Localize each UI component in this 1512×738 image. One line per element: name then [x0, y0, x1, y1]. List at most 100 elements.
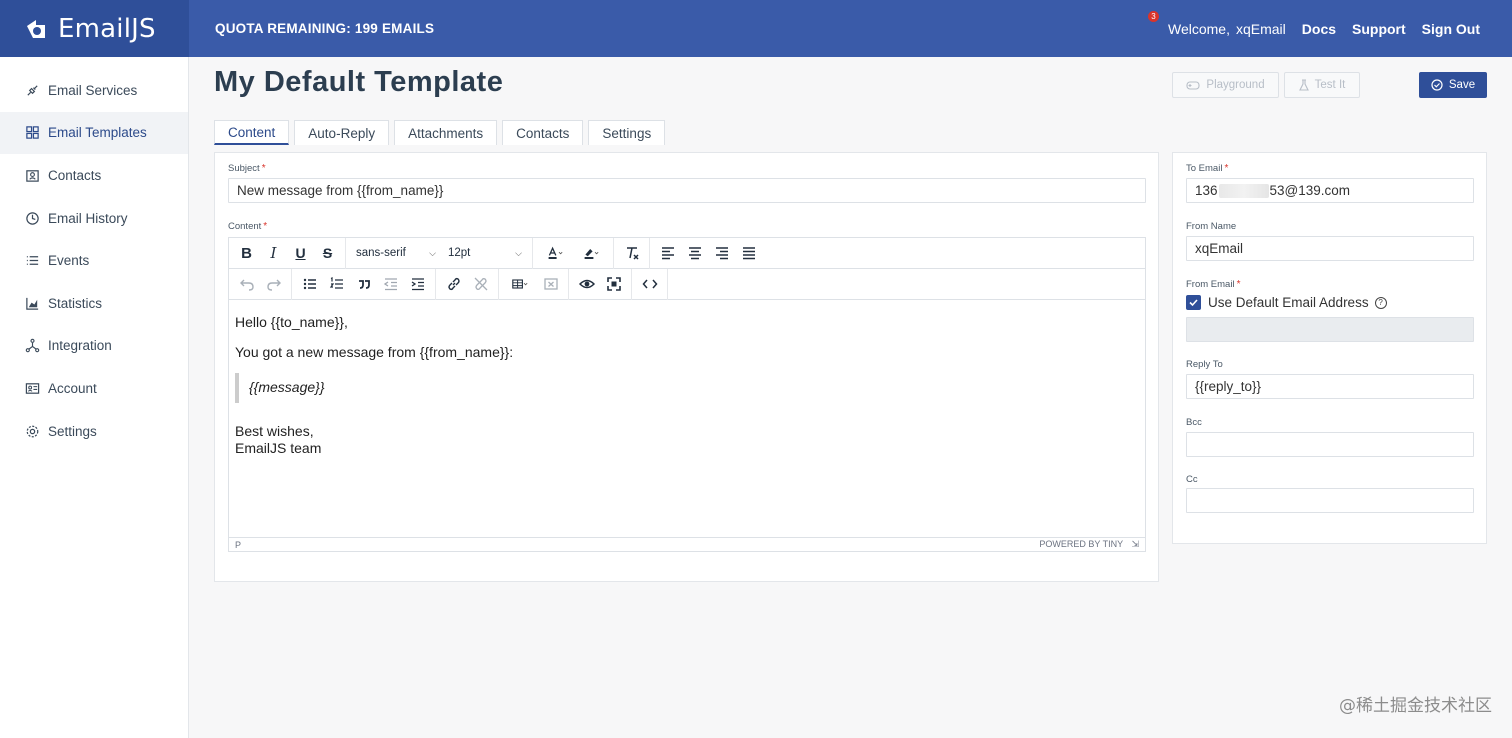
help-icon[interactable]: ?	[1374, 296, 1387, 309]
align-left-button[interactable]	[654, 240, 681, 266]
outdent-button[interactable]	[377, 271, 404, 297]
bold-button[interactable]: B	[233, 240, 260, 266]
required-marker: *	[1224, 163, 1229, 174]
table-button[interactable]	[503, 271, 537, 297]
clear-format-group	[614, 237, 650, 269]
tab-settings[interactable]: Settings	[588, 120, 666, 145]
reply-to-input[interactable]: {{reply_to}}	[1186, 374, 1474, 399]
editor-statusbar: P POWERED BY TINY ⇲	[229, 537, 1145, 551]
watermark: @稀土掘金技术社区	[1339, 696, 1492, 716]
docs-link[interactable]: Docs	[1302, 21, 1336, 37]
editor-toolbar-row-1: B I U S sans-serif ⌵ 12pt ⌵	[229, 237, 1145, 269]
save-button[interactable]: Save	[1419, 72, 1487, 98]
align-center-icon	[688, 247, 701, 260]
delete-table-button[interactable]	[537, 271, 564, 297]
indent-button[interactable]	[404, 271, 431, 297]
content-label-text: Content	[228, 221, 262, 232]
body-closing-2: EmailJS team	[235, 440, 322, 456]
resize-handle-icon[interactable]: ⇲	[1131, 539, 1139, 549]
bcc-input[interactable]	[1186, 432, 1474, 457]
fullscreen-icon	[606, 277, 621, 291]
sidebar-item-settings[interactable]: Settings	[0, 410, 188, 453]
format-group: B I U S	[229, 237, 346, 269]
use-default-email-checkbox[interactable]	[1186, 295, 1201, 310]
redo-button[interactable]	[260, 271, 287, 297]
cc-input[interactable]	[1186, 488, 1474, 513]
save-label: Save	[1448, 79, 1476, 91]
brand-name: EmailJS	[58, 13, 156, 44]
code-icon	[642, 279, 657, 289]
list-icon	[25, 253, 40, 268]
sidebar-item-email-history[interactable]: Email History	[0, 197, 188, 240]
tab-auto-reply[interactable]: Auto-Reply	[294, 120, 390, 145]
tab-content[interactable]: Content	[214, 120, 290, 145]
page-title: My Default Template	[214, 66, 504, 98]
underline-button[interactable]: U	[287, 240, 314, 266]
to-email-label: To Email *	[1186, 163, 1228, 174]
notification-bell[interactable]: 3	[1148, 10, 1160, 37]
bullet-list-button[interactable]	[296, 271, 323, 297]
table-icon	[512, 279, 528, 289]
sidebar-item-label: Email Templates	[48, 125, 147, 141]
cc-label: Cc	[1186, 474, 1198, 485]
element-path[interactable]: P	[235, 540, 241, 550]
italic-button[interactable]: I	[260, 240, 287, 266]
fullscreen-button[interactable]	[600, 271, 627, 297]
powered-by-text[interactable]: POWERED BY TINY	[1039, 539, 1123, 549]
clear-formatting-button[interactable]	[618, 240, 645, 266]
align-center-button[interactable]	[681, 240, 708, 266]
test-it-button[interactable]: Test It	[1284, 72, 1360, 98]
insert-link-button[interactable]	[440, 271, 467, 297]
email-settings-panel: To Email * 136 53@139.com From Name xqEmai…	[1172, 152, 1487, 544]
align-right-button[interactable]	[708, 240, 735, 266]
tab-contacts[interactable]: Contacts	[502, 120, 584, 145]
history-group	[229, 268, 292, 300]
username: xqEmail	[1235, 20, 1286, 37]
required-marker: *	[263, 221, 268, 232]
tab-attachments[interactable]: Attachments	[394, 120, 498, 145]
subject-input[interactable]: New message from {{from_name}}	[228, 178, 1146, 203]
support-link[interactable]: Support	[1352, 21, 1406, 37]
redo-icon	[266, 279, 281, 291]
redacted-blur	[1218, 183, 1269, 198]
font-family-value: sans-serif	[356, 247, 406, 259]
remove-link-button[interactable]	[467, 271, 494, 297]
color-group	[533, 237, 614, 269]
font-family-select[interactable]: sans-serif ⌵	[350, 240, 442, 266]
sidebar-item-integration[interactable]: Integration	[0, 325, 188, 368]
preview-button[interactable]	[573, 271, 600, 297]
table-group	[499, 268, 569, 300]
content-panel: Subject * New message from {{from_name}} …	[214, 152, 1159, 582]
editor-content-area[interactable]: Hello {{to_name}}, You got a new message…	[229, 300, 1145, 472]
from-name-input[interactable]: xqEmail	[1186, 236, 1474, 261]
highlight-color-button[interactable]	[573, 240, 609, 266]
playground-button[interactable]: Playground	[1172, 72, 1279, 98]
font-size-select[interactable]: 12pt ⌵	[442, 240, 528, 266]
sidebar-item-statistics[interactable]: Statistics	[0, 282, 188, 325]
sidebar-item-email-templates[interactable]: Email Templates	[0, 111, 188, 155]
strikethrough-button[interactable]: S	[314, 240, 341, 266]
to-email-input[interactable]: 136 53@139.com	[1186, 178, 1474, 203]
to-email-suffix: 53@139.com	[1269, 183, 1351, 198]
align-justify-button[interactable]	[735, 240, 762, 266]
link-group	[436, 268, 499, 300]
sidebar-item-email-services[interactable]: Email Services	[0, 69, 188, 112]
sidebar-item-contacts[interactable]: Contacts	[0, 154, 188, 197]
sidebar-item-account[interactable]: Account	[0, 367, 188, 410]
link-icon	[447, 277, 460, 291]
quote-icon	[358, 280, 370, 289]
sidebar-item-label: Settings	[48, 423, 97, 439]
sign-out-link[interactable]: Sign Out	[1422, 21, 1480, 37]
blockquote-button[interactable]	[350, 271, 377, 297]
text-color-button[interactable]	[537, 240, 573, 266]
numbered-list-icon	[329, 277, 343, 289]
bold-icon: B	[241, 244, 252, 262]
gear-icon	[25, 424, 40, 439]
sidebar-item-events[interactable]: Events	[0, 239, 188, 282]
brand[interactable]: EmailJS	[0, 0, 189, 57]
source-code-button[interactable]	[636, 271, 663, 297]
numbered-list-button[interactable]	[323, 271, 350, 297]
use-default-email-label[interactable]: Use Default Email Address	[1208, 295, 1369, 310]
undo-button[interactable]	[233, 271, 260, 297]
required-marker: *	[261, 163, 266, 174]
